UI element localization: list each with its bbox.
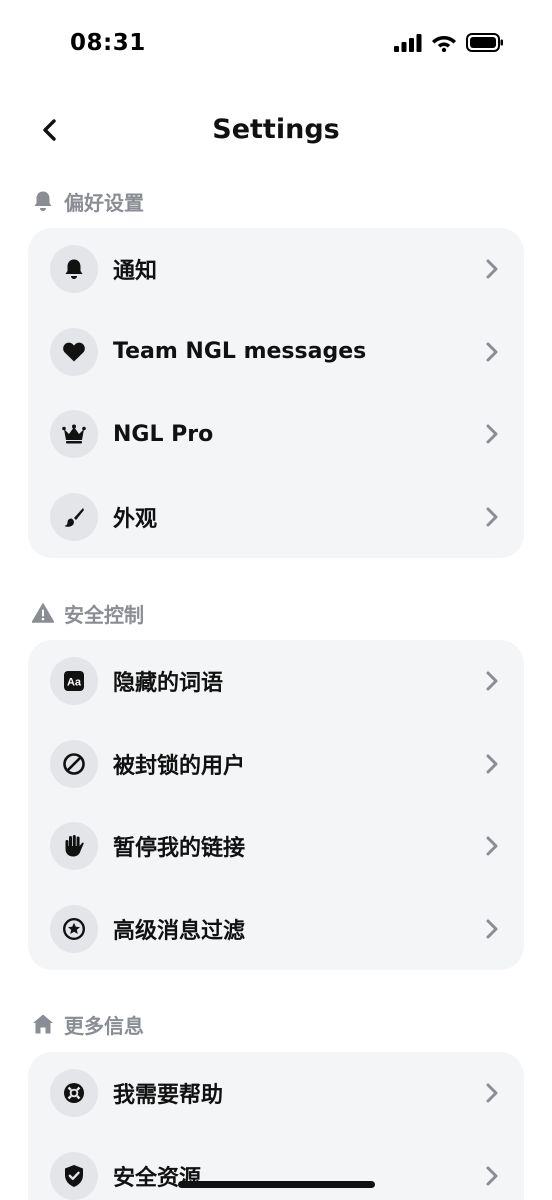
chevron-right-icon: [484, 917, 500, 941]
heart-icon: [50, 327, 98, 376]
cellular-signal-icon: [394, 33, 422, 56]
settings-row-appearance[interactable]: 外观: [28, 476, 524, 559]
preferences-card: 通知 Team NGL messages NGL Pro 外观: [28, 228, 524, 558]
chevron-right-icon: [484, 422, 500, 446]
settings-row-advanced-filter[interactable]: 高级消息过滤: [28, 888, 524, 971]
row-label: NGL Pro: [113, 421, 214, 447]
home-icon: [32, 1013, 54, 1035]
crown-icon: [50, 410, 98, 459]
settings-row-safety-resources[interactable]: 安全资源: [28, 1135, 524, 1200]
chevron-right-icon: [484, 505, 500, 529]
section-header-label: 偏好设置: [64, 190, 144, 215]
chevron-right-icon: [484, 669, 500, 693]
settings-row-blocked-users[interactable]: 被封锁的用户: [28, 723, 524, 806]
chevron-right-icon: [484, 340, 500, 364]
row-label: 高级消息过滤: [113, 918, 246, 944]
chevron-right-icon: [484, 1164, 500, 1188]
row-label: 我需要帮助: [113, 1083, 224, 1109]
settings-row-pause-link[interactable]: 暂停我的链接: [28, 805, 524, 888]
row-label: 被封锁的用户: [113, 753, 246, 779]
settings-row-hidden-words[interactable]: Aa 隐藏的词语: [28, 640, 524, 723]
shield-check-icon: [50, 1151, 98, 1200]
chevron-right-icon: [484, 257, 500, 281]
warning-icon: [32, 602, 54, 624]
page-title: Settings: [212, 114, 340, 145]
status-time: 08:31: [70, 30, 146, 56]
more-info-card: 我需要帮助 安全资源: [28, 1052, 524, 1200]
hand-icon: [50, 822, 98, 871]
svg-text:Aa: Aa: [67, 677, 82, 689]
battery-icon: [466, 33, 504, 56]
chevron-right-icon: [484, 752, 500, 776]
row-label: 外观: [113, 506, 158, 532]
navigation-bar: Settings: [0, 100, 552, 162]
lifebuoy-icon: [50, 1069, 98, 1118]
section-header-label: 更多信息: [64, 1013, 144, 1038]
status-bar: 08:31: [0, 0, 552, 90]
section-header-label: 安全控制: [64, 602, 144, 627]
paintbrush-icon: [50, 492, 98, 541]
blocked-icon: [50, 739, 98, 788]
section-header-safety: 安全控制: [32, 598, 144, 628]
status-icons: [394, 33, 504, 56]
chevron-right-icon: [484, 1081, 500, 1105]
bell-icon: [50, 245, 98, 294]
settings-row-help[interactable]: 我需要帮助: [28, 1052, 524, 1135]
section-header-more-info: 更多信息: [32, 1009, 144, 1039]
bell-icon: [32, 190, 54, 212]
row-label: Team NGL messages: [113, 339, 367, 365]
chevron-right-icon: [484, 834, 500, 858]
wifi-icon: [431, 33, 457, 56]
settings-row-notifications[interactable]: 通知: [28, 228, 524, 311]
home-indicator: [178, 1181, 375, 1188]
section-header-preferences: 偏好设置: [32, 186, 144, 216]
settings-row-ngl-pro[interactable]: NGL Pro: [28, 393, 524, 476]
star-badge-icon: [50, 904, 98, 953]
safety-card: Aa 隐藏的词语 被封锁的用户 暂停我的链接 高级消息过滤: [28, 640, 524, 970]
row-label: 隐藏的词语: [113, 671, 224, 697]
settings-row-team-ngl-messages[interactable]: Team NGL messages: [28, 311, 524, 394]
row-label: 通知: [113, 259, 158, 285]
row-label: 暂停我的链接: [113, 836, 246, 862]
text-aa-icon: Aa: [50, 657, 98, 706]
